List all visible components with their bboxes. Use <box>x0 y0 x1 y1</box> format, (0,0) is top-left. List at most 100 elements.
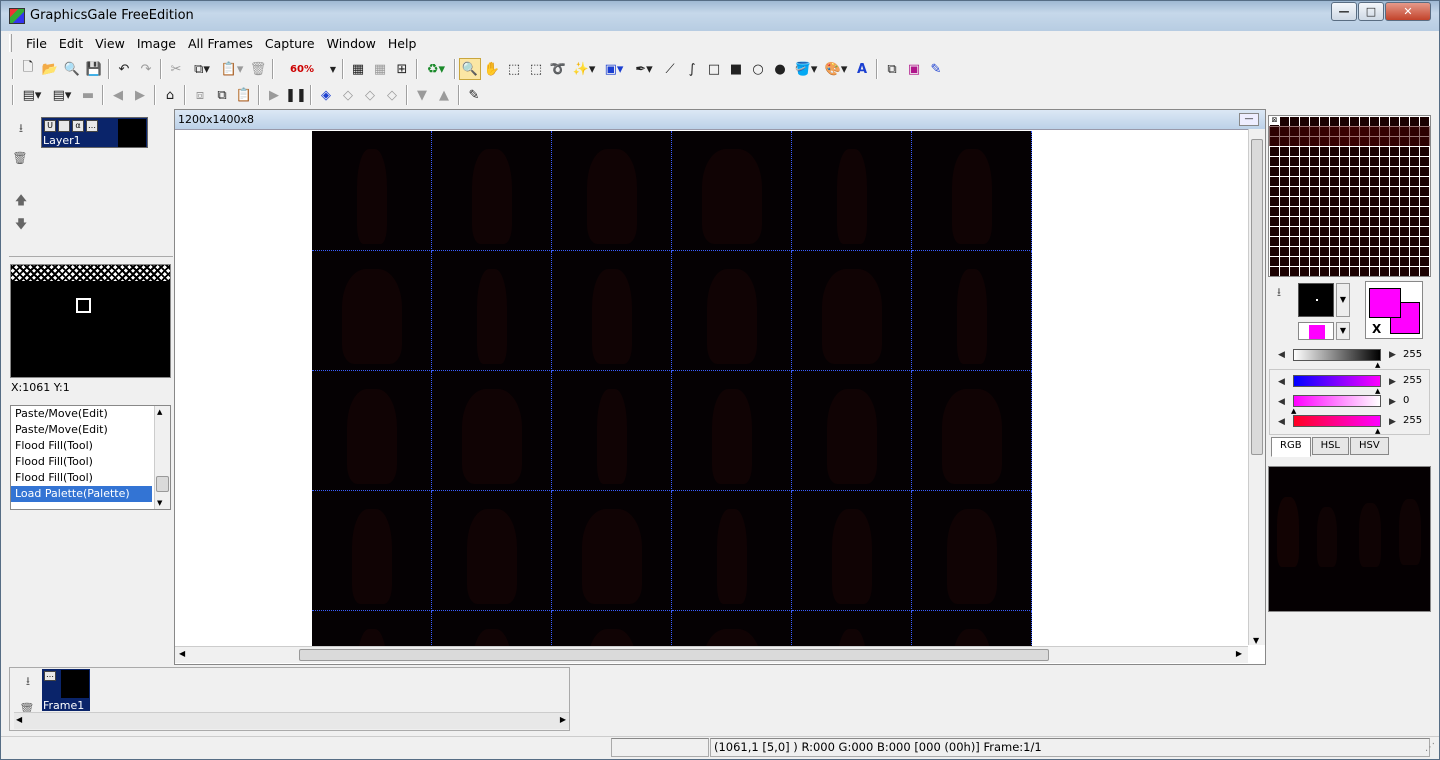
red-right-icon[interactable]: ▶ <box>1389 377 1396 387</box>
trash-icon[interactable]: 🗑 <box>12 151 28 167</box>
green-left-icon[interactable]: ◀ <box>1278 397 1285 407</box>
frame-hscroll[interactable]: ◀ ▶ <box>14 712 569 729</box>
filled-rectangle-icon[interactable]: ■ <box>725 58 747 80</box>
select-icon[interactable]: ⬚ <box>525 58 547 80</box>
frame-scroll-right-icon[interactable]: ▶ <box>560 715 566 724</box>
layer-menu-icon[interactable]: ▤▾ <box>17 84 47 106</box>
history-item[interactable]: Paste/Move(Edit) <box>11 406 152 422</box>
move-up-icon[interactable]: 🡅 <box>13 191 29 207</box>
layer-icon[interactable]: ◇ <box>337 84 359 106</box>
red-slider[interactable] <box>1293 375 1381 387</box>
zoom-tool-icon[interactable]: 🔍 <box>459 58 481 80</box>
open-folder-icon[interactable]: 📂 <box>39 58 61 80</box>
blue-right-icon[interactable]: ▶ <box>1389 417 1396 427</box>
menu-help[interactable]: Help <box>382 36 423 51</box>
window-tile-icon[interactable]: ⧉ <box>881 58 903 80</box>
tab-rgb[interactable]: RGB <box>1271 437 1311 457</box>
delete-layer-icon[interactable]: ◇ <box>359 84 381 106</box>
zoom-level[interactable]: 60% <box>277 59 327 79</box>
move-layer-up-icon[interactable]: ▲ <box>433 84 455 106</box>
curve-tool-icon[interactable]: ∫ <box>681 58 703 80</box>
maximize-button[interactable]: □ <box>1358 2 1384 21</box>
pen-icon[interactable]: ✒▾ <box>629 58 659 80</box>
menu-image[interactable]: Image <box>131 36 182 51</box>
history-item[interactable]: Flood Fill(Tool) <box>11 454 152 470</box>
tab-hsl[interactable]: HSL <box>1311 437 1350 455</box>
alpha-icon[interactable]: α <box>72 120 84 132</box>
color-dropdown-icon[interactable]: ▼ <box>1336 283 1350 317</box>
ellipse-icon[interactable]: ○ <box>747 58 769 80</box>
import-layer-icon[interactable]: ⭳ <box>13 119 29 135</box>
paste-icon[interactable]: 📋▾ <box>217 58 247 80</box>
drawing-canvas[interactable] <box>312 131 1032 647</box>
lasso-icon[interactable]: ➰ <box>547 58 569 80</box>
menu-edit[interactable]: Edit <box>53 36 89 51</box>
canvas-hscroll[interactable]: ◀ ▶ <box>175 646 1248 663</box>
red-slider-marker[interactable]: ▲ <box>1375 387 1380 395</box>
layer-properties-icon[interactable]: ◇ <box>381 84 403 106</box>
filled-ellipse-icon[interactable]: ● <box>769 58 791 80</box>
cut-icon[interactable]: ✂ <box>165 58 187 80</box>
gray-slider[interactable] <box>1293 349 1381 361</box>
magic-wand-icon[interactable]: ✨▾ <box>569 58 599 80</box>
lock-icon[interactable] <box>58 120 70 132</box>
previous-frame-icon[interactable]: ◀ <box>107 84 129 106</box>
pixel-grid-icon[interactable]: ▦ <box>369 58 391 80</box>
history-item-selected[interactable]: Load Palette(Palette) <box>11 486 152 502</box>
rectangle-icon[interactable]: □ <box>703 58 725 80</box>
color-replace-icon[interactable]: 🎨▾ <box>821 58 851 80</box>
preview-zoom-icon[interactable]: 🔍 <box>61 58 83 80</box>
line-tool-icon[interactable]: ⟋ <box>659 58 681 80</box>
slider-left-icon[interactable]: ◀ <box>1278 350 1285 360</box>
history-item[interactable]: Paste/Move(Edit) <box>11 422 152 438</box>
navigator-preview[interactable] <box>10 264 171 378</box>
slider-right-icon[interactable]: ▶ <box>1389 350 1396 360</box>
add-layer-icon[interactable]: ◈ <box>315 84 337 106</box>
hscroll-thumb[interactable] <box>299 649 1049 661</box>
frame-icon[interactable]: ▣ <box>903 58 925 80</box>
move-down-icon[interactable]: 🡇 <box>13 215 29 231</box>
scroll-down-icon[interactable]: ▼ <box>157 499 162 507</box>
hand-tool-icon[interactable]: ✋ <box>481 58 503 80</box>
current-color-swatch[interactable] <box>1298 283 1334 317</box>
history-item[interactable]: Flood Fill(Tool) <box>11 438 152 454</box>
vscroll-thumb[interactable] <box>1251 139 1263 455</box>
resize-grip-icon[interactable]: ⋰ <box>1425 742 1435 753</box>
rect-select-icon[interactable]: ⬚ <box>503 58 525 80</box>
frame-scroll-left-icon[interactable]: ◀ <box>16 715 22 724</box>
blue-slider-marker[interactable]: ▲ <box>1375 427 1380 435</box>
visibility-icon[interactable]: U <box>44 120 56 132</box>
blue-slider[interactable] <box>1293 415 1381 427</box>
tile-icon[interactable]: ⊞ <box>391 58 413 80</box>
canvas-minimize-icon[interactable]: — <box>1239 113 1259 126</box>
save-icon[interactable]: 💾 <box>83 58 105 80</box>
gray-slider-marker[interactable]: ▲ <box>1375 361 1380 369</box>
frame-strip-icon[interactable]: ▬ <box>77 84 99 106</box>
history-scroll-thumb[interactable] <box>156 476 169 492</box>
transform-icon[interactable]: ▣▾ <box>599 58 629 80</box>
hscroll-left-icon[interactable]: ◀ <box>179 649 185 658</box>
swap-colors-icon[interactable]: X <box>1372 322 1381 336</box>
layer-settings-icon[interactable]: ✎ <box>463 84 485 106</box>
scroll-up-icon[interactable]: ▲ <box>157 408 162 416</box>
red-left-icon[interactable]: ◀ <box>1278 377 1285 387</box>
canvas-vscroll[interactable]: ▼ <box>1248 129 1265 645</box>
delete-icon[interactable]: 🗑 <box>247 58 269 80</box>
viewport-rect[interactable] <box>76 298 91 313</box>
history-scrollbar[interactable]: ▲ ▼ <box>154 406 170 509</box>
layer-item[interactable]: U α … Layer1 <box>41 117 148 148</box>
frame-menu-icon[interactable]: ▤▾ <box>47 84 77 106</box>
history-item[interactable]: Flood Fill(Tool) <box>11 470 152 486</box>
blue-left-icon[interactable]: ◀ <box>1278 417 1285 427</box>
redo-icon[interactable]: ↷ <box>135 58 157 80</box>
frame-properties-icon[interactable]: ⌂ <box>159 84 181 106</box>
zoom-dropdown-icon[interactable]: ▼ <box>327 58 339 80</box>
copy-icon[interactable]: ⧉▾ <box>187 58 217 80</box>
secondary-color-swatch[interactable] <box>1298 322 1334 340</box>
import-palette-icon[interactable]: ⭳ <box>1271 283 1287 299</box>
more-icon[interactable]: … <box>86 120 98 132</box>
green-right-icon[interactable]: ▶ <box>1389 397 1396 407</box>
paste-frame-icon[interactable]: 📋 <box>233 84 255 106</box>
menu-view[interactable]: View <box>89 36 131 51</box>
menu-file[interactable]: File <box>20 36 53 51</box>
